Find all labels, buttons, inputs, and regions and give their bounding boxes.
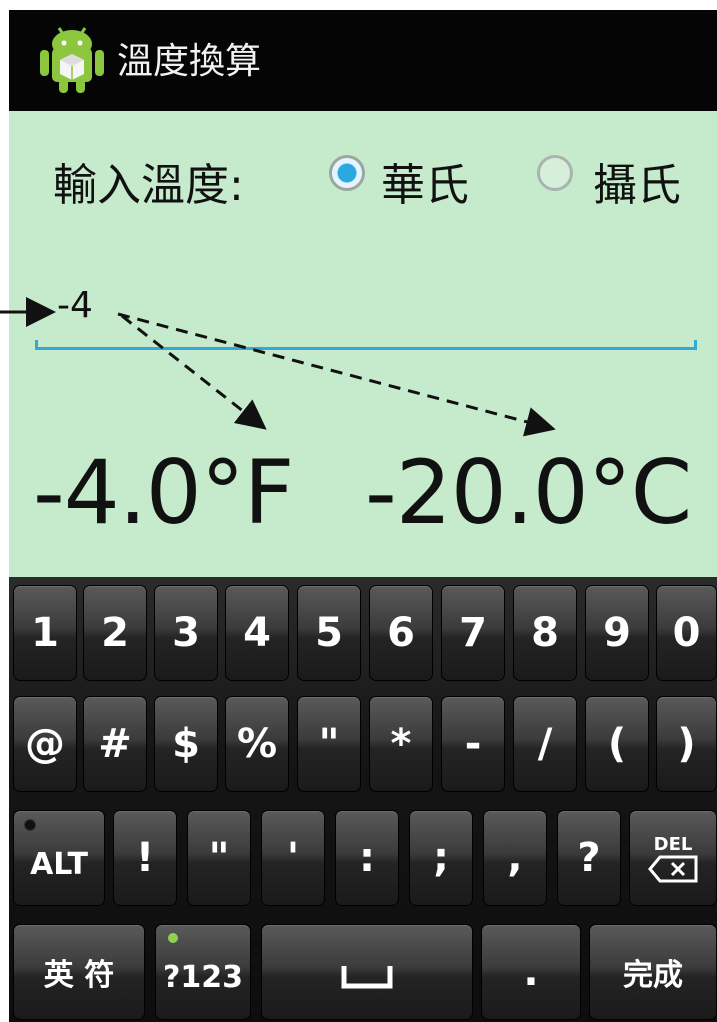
fahrenheit-dashed-arrow: [121, 314, 267, 430]
celsius-dashed-arrow: [117, 312, 556, 437]
annotation-arrows: [0, 297, 556, 437]
